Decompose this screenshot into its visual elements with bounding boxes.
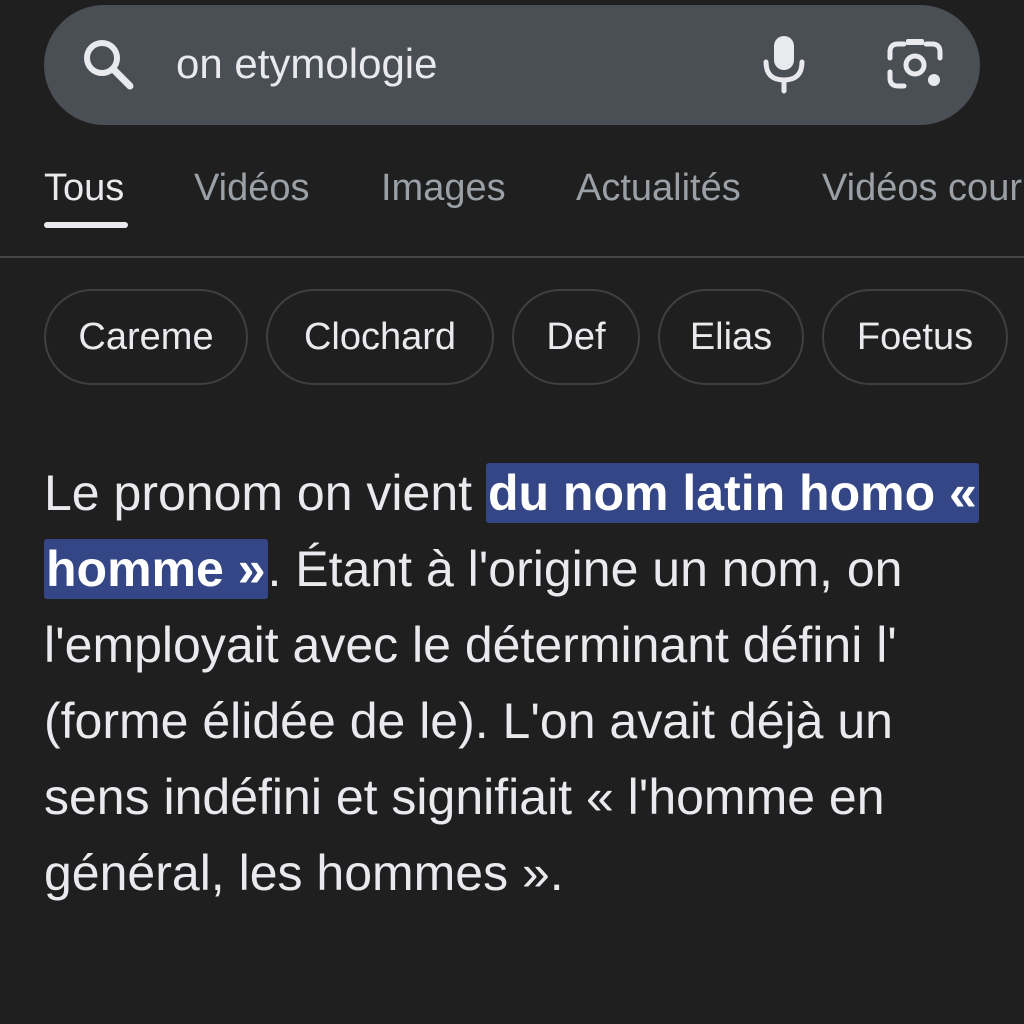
search-icon[interactable] — [80, 36, 136, 92]
active-tab-indicator — [44, 222, 128, 228]
tab-actualites[interactable]: Actualités — [576, 166, 741, 210]
answer-snippet: Le pronom on vient du nom latin homo « h… — [44, 455, 994, 911]
search-input[interactable]: on etymologie — [176, 38, 438, 90]
tab-images[interactable]: Images — [381, 166, 506, 210]
answer-text-start: Le pronom on vient — [44, 465, 486, 521]
camera-lens-icon[interactable] — [884, 36, 946, 94]
tabs-divider — [0, 256, 1024, 258]
search-results-page: on etymologie Tous Vidéos Images Actuali… — [0, 0, 1024, 1024]
chip-def[interactable]: Def — [512, 289, 640, 385]
chip-elias[interactable]: Elias — [658, 289, 804, 385]
microphone-icon[interactable] — [758, 34, 810, 94]
chip-clochard[interactable]: Clochard — [266, 289, 494, 385]
tab-videos[interactable]: Vidéos — [194, 166, 310, 210]
search-tabs: Tous Vidéos Images Actualités Vidéos cou… — [0, 160, 1024, 258]
tab-videos-courtes[interactable]: Vidéos cour — [822, 166, 1022, 210]
chip-careme[interactable]: Careme — [44, 289, 248, 385]
tab-tous[interactable]: Tous — [44, 166, 124, 210]
chip-foetus[interactable]: Foetus — [822, 289, 1008, 385]
